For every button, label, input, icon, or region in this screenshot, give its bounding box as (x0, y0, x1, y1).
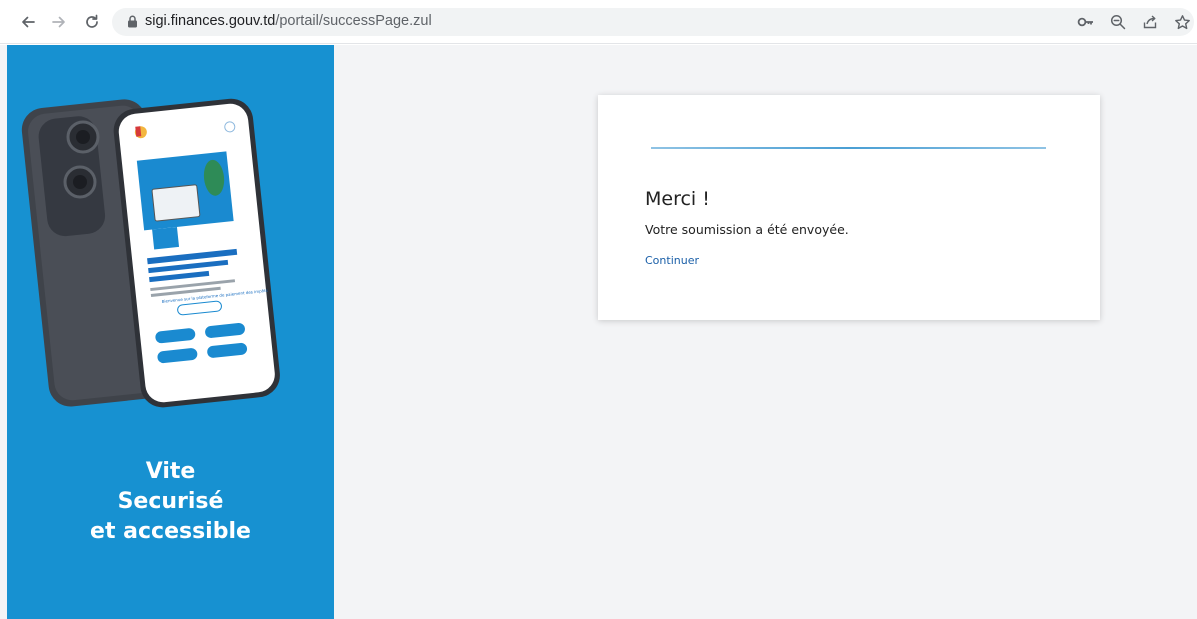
url-text[interactable]: sigi.finances.gouv.td/portail/successPag… (145, 13, 432, 29)
browser-toolbar: sigi.finances.gouv.td/portail/successPag… (0, 0, 1197, 44)
phone-illustration: Bienvenue sur la plateforme de paiement … (21, 98, 280, 408)
arrow-left-icon[interactable] (16, 10, 40, 34)
success-title: Merci ! (645, 188, 710, 210)
card-divider (651, 147, 1046, 149)
success-message: Votre soumission a été envoyée. (645, 222, 849, 237)
url-host: sigi.finances.gouv.td (145, 13, 276, 29)
url-path: /portail/successPage.zul (275, 13, 432, 29)
promo-slogan: Vite Securisé et accessible (7, 457, 334, 547)
key-icon[interactable] (1074, 10, 1098, 34)
share-icon[interactable] (1138, 10, 1162, 34)
promo-panel: Bienvenue sur la plateforme de paiement … (7, 45, 334, 619)
omnibox-actions (1074, 10, 1194, 34)
continue-link[interactable]: Continuer (645, 254, 699, 267)
address-bar[interactable]: sigi.finances.gouv.td/portail/successPag… (112, 8, 1194, 36)
page-content: Bienvenue sur la plateforme de paiement … (0, 45, 1197, 619)
slogan-line-3: et accessible (90, 519, 251, 544)
success-card: Merci ! Votre soumission a été envoyée. … (598, 95, 1100, 320)
lock-icon[interactable] (127, 15, 138, 33)
arrow-right-icon[interactable] (47, 10, 71, 34)
slogan-line-1: Vite (145, 459, 196, 484)
slogan-line-2: Securisé (117, 489, 224, 514)
star-icon[interactable] (1170, 10, 1194, 34)
reload-icon[interactable] (80, 10, 104, 34)
zoom-icon[interactable] (1106, 10, 1130, 34)
